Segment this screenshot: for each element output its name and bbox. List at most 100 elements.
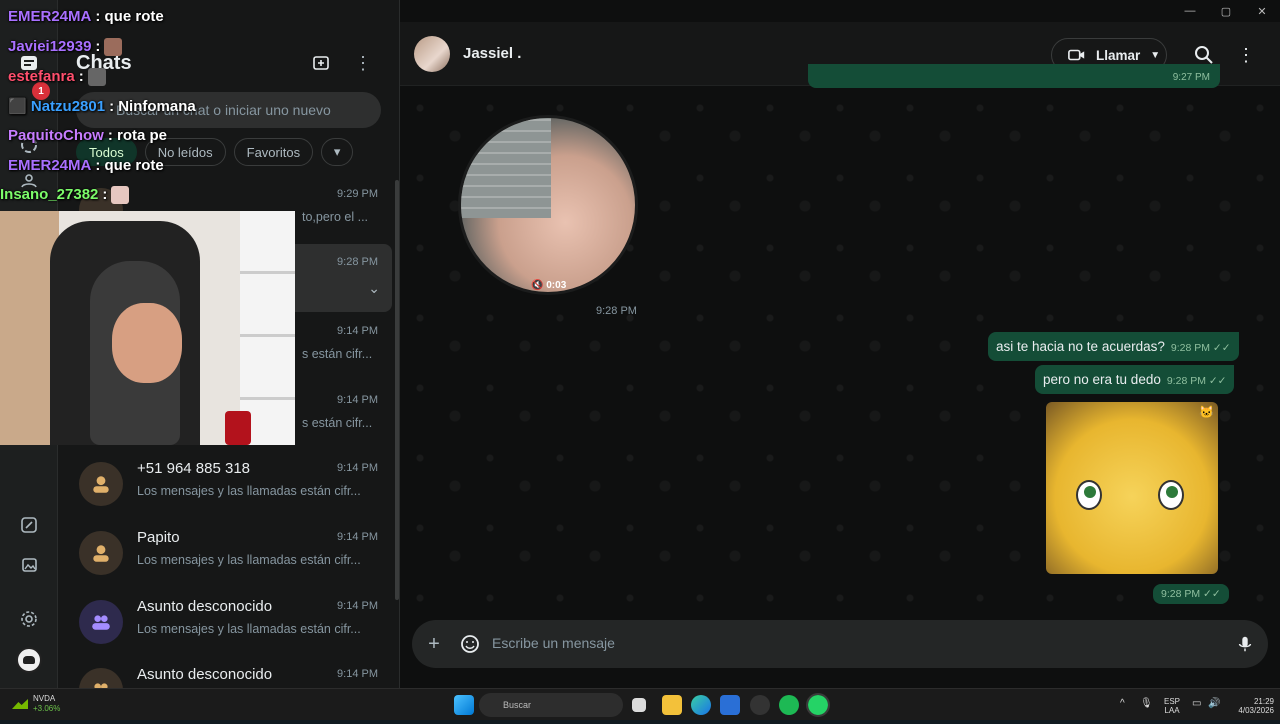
unread-badge: 1	[32, 82, 50, 100]
stock-chart-icon	[12, 699, 28, 709]
group-avatar	[79, 600, 123, 644]
store-icon[interactable]	[720, 695, 740, 715]
outgoing-message[interactable]: pero no era tu dedo 9:28 PM ✓✓	[1035, 365, 1235, 394]
language-indicator[interactable]: ESP LAA	[1164, 697, 1180, 715]
chat-name: Asunto desconocido	[137, 598, 273, 615]
clock[interactable]: 21:29 4/03/2026	[1230, 697, 1274, 715]
webcam-shelf	[240, 211, 295, 445]
filter-chip-all[interactable]: Todos	[76, 138, 137, 166]
task-view-icon[interactable]	[632, 698, 646, 712]
person-icon	[93, 476, 109, 493]
start-windows-icon[interactable]	[454, 695, 474, 715]
contact-avatar	[79, 462, 123, 506]
webcam-overlay	[0, 211, 295, 445]
profile-avatar[interactable]	[16, 647, 42, 673]
chat-preview: s están cifr...	[302, 416, 373, 430]
video-note[interactable]: 🔇 0:03	[458, 115, 638, 295]
chat-name: Asunto desconocido	[137, 666, 273, 683]
contact-photo[interactable]	[414, 36, 450, 72]
webcam-red-object	[225, 411, 251, 445]
video-duration: 🔇 0:03	[531, 280, 566, 291]
sticker-eye	[1158, 480, 1184, 510]
message-text: pero no era tu dedo	[1043, 372, 1161, 387]
menu-kebab-icon[interactable]: ⋮	[1234, 43, 1258, 67]
chat-time: 9:14 PM	[337, 531, 378, 543]
webcam-face	[112, 303, 182, 383]
tray-microphone-icon[interactable]: 🎙	[1140, 699, 1153, 709]
file-explorer-icon[interactable]	[662, 695, 682, 715]
duration-label: 0:03	[546, 280, 567, 291]
chat-options-chevron-icon[interactable]: ⌄	[368, 280, 380, 297]
chat-preview: s están cifr...	[302, 347, 373, 361]
network-icon[interactable]: ▭	[1192, 699, 1201, 709]
edge-browser-icon[interactable]	[691, 695, 711, 715]
message-time: 9:28 PM ✓✓	[1170, 342, 1231, 354]
sticker-time: 9:28 PM ✓✓	[1153, 584, 1229, 604]
microphone-icon[interactable]	[1233, 632, 1257, 656]
search-input[interactable]: Buscar un chat o iniciar uno nuevo	[76, 92, 381, 128]
chat-time: 9:14 PM	[337, 600, 378, 612]
chat-time: 9:14 PM	[337, 394, 378, 406]
video-thumbnail	[461, 118, 551, 218]
chats-title: Chats	[76, 52, 132, 74]
tray-chevron-icon[interactable]: ^	[1120, 699, 1125, 709]
chat-time: 9:14 PM	[337, 668, 378, 680]
conversation-panel: Jassiel . Llamar ▼ ⋮ 9:27 PM 🔇 0:03 9:28…	[400, 0, 1280, 688]
filter-more-chevron-icon[interactable]: ▾	[321, 138, 354, 166]
message-time: 9:27 PM	[1172, 72, 1210, 83]
status-nav-icon[interactable]	[14, 130, 44, 160]
whatsapp-icon[interactable]	[806, 693, 830, 717]
maximize-button[interactable]: ▢	[1208, 0, 1244, 22]
person-icon	[93, 545, 109, 562]
group-icon	[92, 615, 110, 630]
contact-avatar	[79, 531, 123, 575]
windows-taskbar: NVDA +3.06% Buscar ^ 🎙 ESP LAA ▭ 🔊 21:29 4/…	[0, 688, 1280, 720]
new-chat-icon[interactable]	[308, 50, 334, 76]
stock-widget[interactable]: NVDA +3.06%	[33, 694, 60, 714]
sticker-image[interactable]: 🐱	[1046, 402, 1218, 574]
emoji-sticker-icon[interactable]	[458, 632, 482, 656]
minimize-button[interactable]: —	[1172, 0, 1208, 22]
communities-nav-icon[interactable]	[14, 166, 44, 196]
chat-list-item[interactable]: Asunto desconocido 9:14 PM Los mensajes …	[66, 588, 392, 656]
attach-plus-icon[interactable]: +	[422, 632, 446, 656]
chat-list-scrollbar[interactable]	[395, 180, 399, 600]
volume-icon[interactable]: 🔊	[1208, 699, 1220, 709]
call-label: Llamar	[1096, 47, 1141, 63]
chat-name: +51 964 885 318	[137, 460, 251, 477]
chat-preview: Los mensajes y las llamadas están cifr..…	[137, 484, 361, 498]
chevron-down-icon: ▼	[1150, 49, 1161, 61]
chat-name: Papito	[137, 529, 180, 546]
media-gallery-icon[interactable]	[14, 550, 44, 580]
filter-chip-unread[interactable]: No leídos	[144, 138, 226, 166]
muted-icon: 🔇	[531, 280, 544, 291]
message-composer: + Escribe un mensaje	[412, 620, 1268, 668]
video-camera-icon	[1068, 49, 1085, 61]
sticker-emoji-icon: 🐱	[1199, 405, 1214, 419]
taskbar-search[interactable]: Buscar	[479, 693, 623, 717]
chat-list-item[interactable]: +51 964 885 318 9:14 PM Los mensajes y l…	[66, 450, 392, 518]
message-text: asi te hacia no te acuerdas?	[996, 339, 1165, 354]
edit-status-icon[interactable]	[14, 510, 44, 540]
message-input[interactable]: Escribe un mensaje	[492, 635, 615, 651]
chat-preview: to,pero el ...	[302, 210, 369, 224]
chat-time: 9:14 PM	[337, 462, 378, 474]
chat-time: 9:28 PM	[337, 256, 378, 268]
contact-name[interactable]: Jassiel .	[463, 45, 521, 62]
window-controls: — ▢ ✕	[1172, 0, 1280, 22]
chat-preview: Los mensajes y las llamadas están cifr..…	[137, 553, 361, 567]
menu-kebab-icon[interactable]: ⋮	[350, 50, 376, 76]
filter-chip-favorites[interactable]: Favoritos	[233, 138, 314, 166]
obs-icon[interactable]	[750, 695, 770, 715]
filter-chips: Todos No leídos Favoritos ▾	[76, 138, 354, 166]
chat-preview: Los mensajes y las llamadas están cifr..…	[137, 622, 361, 636]
previous-message-bubble: 9:27 PM	[808, 64, 1220, 88]
close-button[interactable]: ✕	[1244, 0, 1280, 22]
chat-list-item[interactable]: Papito 9:14 PM Los mensajes y las llamad…	[66, 519, 392, 587]
chat-time: 9:14 PM	[337, 325, 378, 337]
settings-gear-icon[interactable]	[14, 604, 44, 634]
chats-nav-icon[interactable]	[14, 48, 44, 78]
outgoing-message[interactable]: asi te hacia no te acuerdas? 9:28 PM ✓✓	[988, 332, 1239, 361]
spotify-icon[interactable]	[779, 695, 799, 715]
video-note-time: 9:28 PM	[596, 305, 637, 317]
